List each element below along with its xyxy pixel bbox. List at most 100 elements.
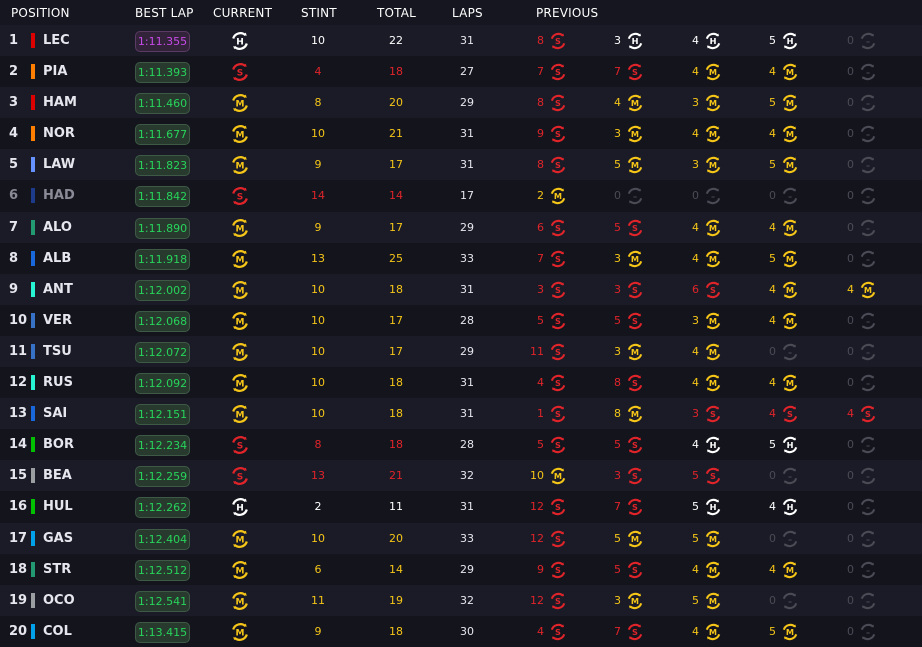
svg-text:–: –	[633, 192, 637, 202]
previous-stint-laps: 0	[769, 469, 776, 483]
table-row[interactable]: 1 LEC 1:11.355 H 10 22 31 8 S 3 H 4 H 5 H 0–	[0, 25, 922, 57]
previous-tyre-icon: M	[780, 155, 800, 175]
best-lap-badge: 1:11.355	[135, 31, 190, 52]
best-lap-badge: 1:12.151	[135, 404, 190, 426]
total-value: 21	[389, 469, 403, 483]
driver-code[interactable]: SAI	[43, 398, 67, 429]
previous-stint-laps: 4	[769, 220, 776, 234]
team-color-bar	[31, 312, 35, 328]
header-previous[interactable]: PREVIOUS	[536, 6, 598, 20]
table-row[interactable]: 13 SAI 1:12.151 M 10 18 31 1 S 8 M 3 S 4 S 4 S	[0, 398, 922, 430]
current-tyre-icon: M	[229, 279, 251, 301]
svg-text:M: M	[631, 129, 639, 139]
previous-stint-laps: 4	[692, 220, 699, 234]
svg-text:H: H	[710, 36, 717, 46]
laps-value: 29	[460, 220, 474, 234]
header-best-lap[interactable]: BEST LAP	[135, 6, 194, 20]
driver-code[interactable]: LAW	[43, 149, 75, 180]
header-stint[interactable]: STINT	[301, 6, 337, 20]
previous-stint-laps: 0	[847, 313, 854, 327]
header-total[interactable]: TOTAL	[377, 6, 416, 20]
current-tyre-icon: M	[229, 621, 251, 643]
previous-tyre-icon: M	[625, 342, 645, 362]
header-laps[interactable]: LAPS	[452, 6, 483, 20]
table-row[interactable]: 8 ALB 1:11.918 M 13 25 33 7 S 3 M 4 M 5 M 0–	[0, 242, 922, 274]
table-row[interactable]: 19 OCO 1:12.541 M 11 19 32 12 S 3 M 5 M 0–0–	[0, 584, 922, 616]
laps-value: 29	[460, 344, 474, 358]
driver-code[interactable]: STR	[43, 554, 71, 585]
svg-text:S: S	[865, 409, 871, 419]
header-current[interactable]: CURRENT	[213, 6, 272, 20]
stint-value: 13	[311, 469, 325, 483]
previous-tyre-icon: S	[548, 435, 568, 455]
table-row[interactable]: 10 VER 1:12.068 M 10 17 28 5 S 5 S 3 M 4 M 0–	[0, 304, 922, 336]
driver-code[interactable]: VER	[43, 305, 72, 336]
svg-text:–: –	[866, 440, 870, 450]
previous-tyre-icon: S	[548, 591, 568, 611]
driver-code[interactable]: ANT	[43, 274, 73, 305]
svg-text:S: S	[555, 440, 561, 450]
previous-stint-laps: 12	[530, 593, 544, 607]
driver-code[interactable]: ALO	[43, 212, 72, 243]
driver-code[interactable]: NOR	[43, 118, 75, 149]
team-color-bar	[31, 343, 35, 359]
previous-stint-laps: 0	[847, 438, 854, 452]
svg-text:M: M	[236, 628, 245, 638]
previous-tyre-icon: –	[703, 186, 723, 206]
current-tyre-icon: M	[229, 248, 251, 270]
table-row[interactable]: 20 COL 1:13.415 M 9 18 30 4 S 7 S 4 M 5 M 0–	[0, 615, 922, 647]
driver-code[interactable]: COL	[43, 616, 72, 647]
laps-value: 28	[460, 438, 474, 452]
table-row[interactable]: 14 BOR 1:12.234 S 8 18 28 5 S 5 S 4 H 5 H 0–	[0, 429, 922, 461]
table-row[interactable]: 2 PIA 1:11.393 S 4 18 27 7 S 7 S 4 M 4 M 0–	[0, 56, 922, 88]
svg-text:M: M	[786, 254, 794, 264]
stint-value: 9	[314, 158, 322, 172]
best-lap-badge: 1:12.262	[135, 497, 190, 519]
previous-stint-laps: 4	[614, 96, 621, 110]
svg-text:S: S	[555, 316, 561, 326]
svg-text:S: S	[237, 193, 243, 203]
table-row[interactable]: 4 NOR 1:11.677 M 10 21 31 9 S 3 M 4 M 4 M 0–	[0, 118, 922, 150]
driver-code[interactable]: BEA	[43, 460, 72, 491]
table-row[interactable]: 11 TSU 1:12.072 M 10 17 29 11 S 3 M 4 M 0–0–	[0, 335, 922, 368]
previous-stint-laps: 7	[614, 65, 621, 79]
driver-code[interactable]: TSU	[43, 336, 72, 367]
svg-text:S: S	[555, 534, 561, 544]
table-row[interactable]: 5 LAW 1:11.823 M 9 17 31 8 S 5 M 3 M 5 M 0–	[0, 149, 922, 181]
stint-value: 13	[311, 251, 325, 265]
best-lap-badge: 1:11.460	[135, 93, 190, 115]
driver-code[interactable]: BOR	[43, 429, 74, 460]
table-row[interactable]: 3 HAM 1:11.460 M 8 20 29 8 S 4 M 3 M 5 M 0–	[0, 87, 922, 119]
stint-value: 10	[311, 344, 325, 358]
driver-code[interactable]: HAD	[43, 180, 75, 211]
svg-text:S: S	[555, 254, 561, 264]
team-color-bar	[31, 592, 35, 608]
table-row[interactable]: 16 HUL 1:12.262 H 2 11 31 12 S 7 S 5 H 4 H 0–	[0, 491, 922, 523]
current-tyre-icon: H	[229, 496, 251, 518]
driver-code[interactable]: PIA	[43, 56, 67, 87]
driver-code[interactable]: ALB	[43, 243, 71, 274]
table-row[interactable]: 7 ALO 1:11.890 M 9 17 29 6 S 5 S 4 M 4 M 0–	[0, 211, 922, 243]
previous-stint-laps: 3	[614, 469, 621, 483]
header-position[interactable]: POSITION	[11, 6, 70, 20]
table-row[interactable]: 17 GAS 1:12.404 M 10 20 33 12 S 5 M 5 M 0–0–	[0, 522, 922, 554]
stint-value: 10	[311, 313, 325, 327]
driver-code[interactable]: RUS	[43, 367, 73, 398]
table-row[interactable]: 12 RUS 1:12.092 M 10 18 31 4 S 8 S 4 M 4 M 0–	[0, 367, 922, 399]
previous-tyre-icon: S	[625, 218, 645, 238]
driver-code[interactable]: OCO	[43, 585, 75, 616]
table-row[interactable]: 15 BEA 1:12.259 S 13 21 32 10 M 3 S 5 S 0–0–	[0, 460, 922, 492]
previous-stint-laps: 8	[614, 376, 621, 390]
table-row[interactable]: 9 ANT 1:12.002 M 10 18 31 3 S 3 S 6 S 4 M 4 M	[0, 273, 922, 305]
driver-code[interactable]: HUL	[43, 491, 73, 522]
previous-tyre-icon: S	[548, 280, 568, 300]
driver-code[interactable]: LEC	[43, 25, 70, 56]
driver-code[interactable]: HAM	[43, 87, 77, 118]
driver-code[interactable]: GAS	[43, 523, 73, 554]
total-value: 25	[389, 251, 403, 265]
svg-text:M: M	[786, 627, 794, 637]
table-row[interactable]: 6 HAD 1:11.842 S 14 14 17 2 M 0–0–0–0–	[0, 180, 922, 212]
previous-stint-laps: 5	[614, 220, 621, 234]
table-row[interactable]: 18 STR 1:12.512 M 6 14 29 9 S 5 S 4 M 4 M 0–	[0, 553, 922, 585]
previous-tyre-icon: –	[780, 342, 800, 362]
